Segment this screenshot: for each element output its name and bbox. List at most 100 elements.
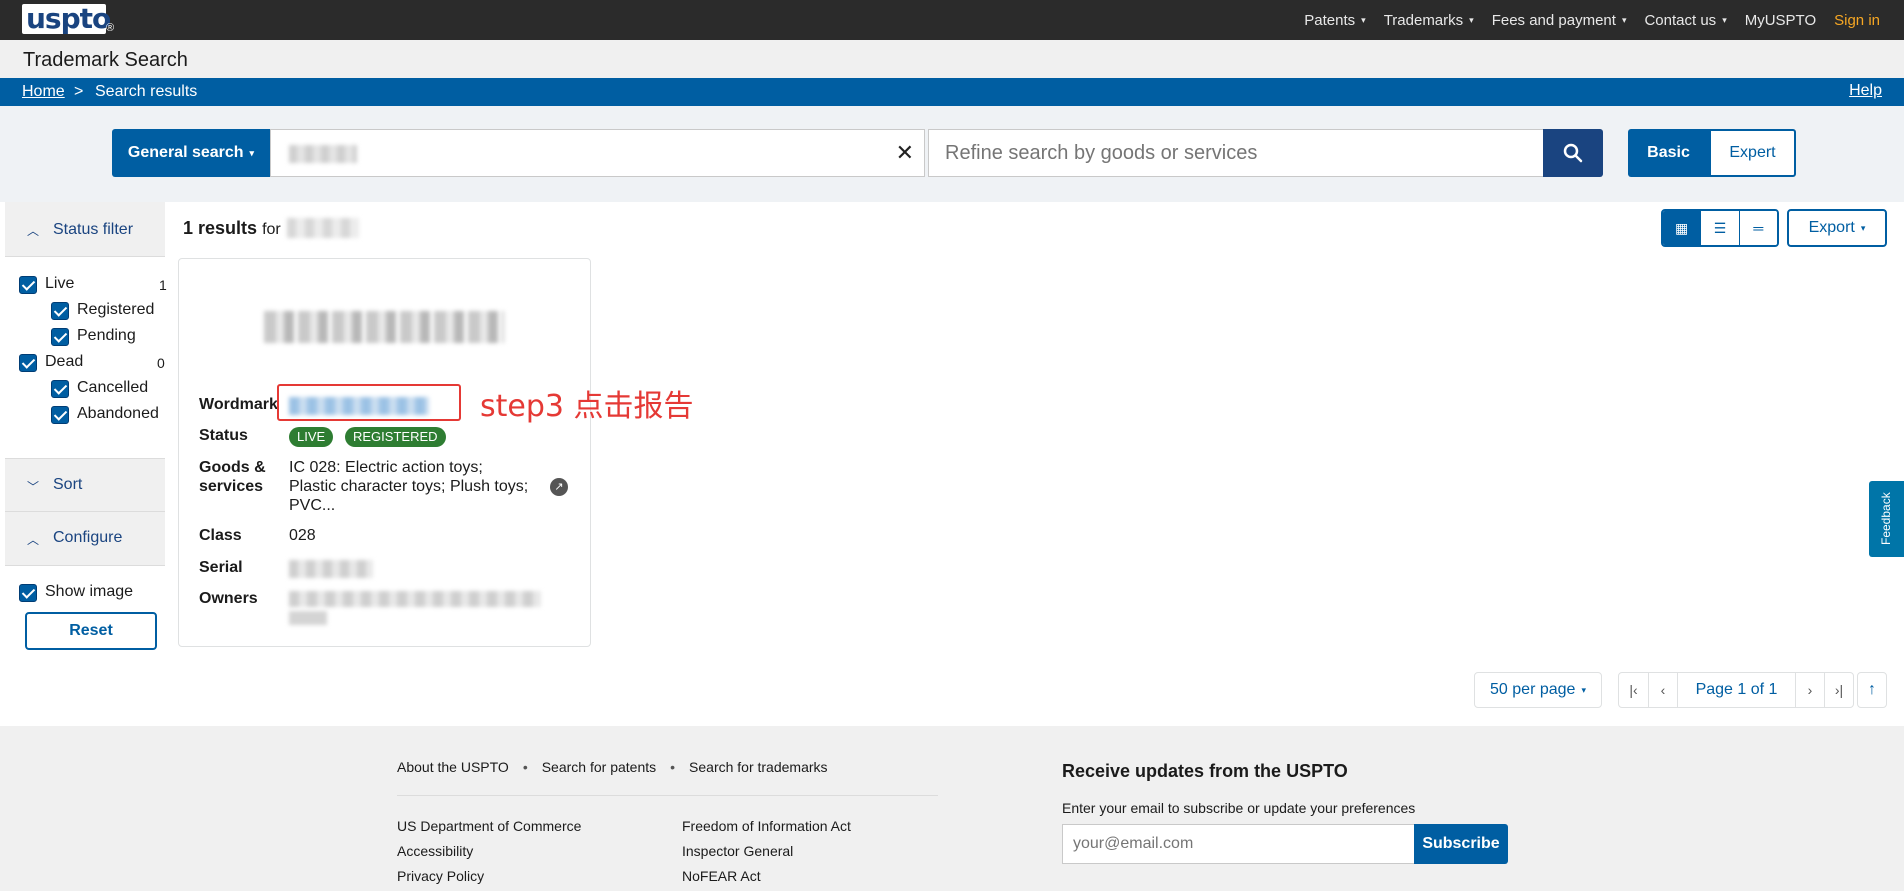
chevron-down-icon: ▾ <box>1621 15 1627 26</box>
breadcrumb-separator: > <box>74 83 84 100</box>
footer-divider <box>397 795 938 796</box>
feedback-tab[interactable]: Feedback <box>1869 481 1904 557</box>
redacted-owner-line1 <box>289 591 541 607</box>
expert-mode-button[interactable]: Expert <box>1709 129 1796 177</box>
chevron-down-icon: ▾ <box>1860 222 1866 233</box>
compact-view-icon[interactable]: ═ <box>1738 211 1777 245</box>
first-page-icon[interactable]: |‹ <box>1619 673 1648 707</box>
breadcrumb-home-link[interactable]: Home <box>22 83 65 101</box>
dead-count: 0 <box>157 355 165 371</box>
redacted-query <box>287 218 359 238</box>
grid-view-icon[interactable]: ▦ <box>1663 211 1701 245</box>
next-page-icon[interactable]: › <box>1795 673 1824 707</box>
nav-fees[interactable]: Fees and payment ▾ <box>1492 12 1627 29</box>
help-link[interactable]: Help <box>1849 82 1882 100</box>
filter-cancelled-label: Cancelled <box>77 379 149 396</box>
footer-link-commerce[interactable]: US Department of Commerce <box>397 814 581 839</box>
email-field[interactable] <box>1062 824 1416 864</box>
sort-header[interactable]: ﹀ Sort <box>5 458 165 512</box>
search-icon <box>1563 143 1583 163</box>
footer-link-nofear[interactable]: NoFEAR Act <box>682 864 851 889</box>
search-type-dropdown[interactable]: General search ▾ <box>112 129 270 177</box>
nav-fees-label: Fees and payment <box>1491 11 1616 29</box>
abandoned-checkbox[interactable] <box>51 406 69 424</box>
result-card[interactable]: Wordmark Status LIVE REGISTERED Goods & … <box>178 258 591 647</box>
configure-header[interactable]: ︿ Configure <box>5 512 165 566</box>
footer-link-about[interactable]: About the USPTO <box>397 759 509 775</box>
footer-link-privacy[interactable]: Privacy Policy <box>397 864 581 889</box>
updates-title: Receive updates from the USPTO <box>1062 761 1348 781</box>
uspto-logo[interactable]: uspto <box>22 4 111 34</box>
footer-link-patents[interactable]: Search for patents <box>542 759 656 775</box>
registered-checkbox[interactable] <box>51 302 69 320</box>
footer-link-trademarks[interactable]: Search for trademarks <box>689 759 828 775</box>
chevron-down-icon: ▾ <box>1361 15 1366 26</box>
prev-page-icon[interactable]: ‹ <box>1648 673 1677 707</box>
filter-registered-label: Registered <box>77 301 155 318</box>
footer: About the USPTO • Search for patents • S… <box>0 726 1904 891</box>
registered-mark: ® <box>106 22 115 34</box>
clear-icon[interactable]: ✕ <box>896 140 914 166</box>
pending-checkbox[interactable] <box>51 328 69 346</box>
status-filter-header[interactable]: ︿ Status filter <box>5 202 165 257</box>
external-link-icon[interactable]: ↗ <box>550 478 568 496</box>
show-image-label: Show image <box>45 583 134 600</box>
chevron-down-icon: ▾ <box>249 147 255 158</box>
feedback-label: Feedback <box>1879 492 1893 545</box>
basic-mode-button[interactable]: Basic <box>1628 129 1709 177</box>
last-page-icon[interactable]: ›| <box>1824 673 1853 707</box>
nav-trademarks[interactable]: Trademarks ▾ <box>1384 12 1474 29</box>
breadcrumb: Home > Search results Help <box>0 78 1904 106</box>
status-filter-label: Status filter <box>53 221 134 238</box>
nav-patents[interactable]: Patents ▾ <box>1304 12 1365 29</box>
search-button[interactable] <box>1543 129 1603 177</box>
results-count: 1 results for <box>183 218 281 239</box>
back-to-top-icon[interactable]: ↑ <box>1857 672 1887 708</box>
footer-link-inspector[interactable]: Inspector General <box>682 839 851 864</box>
live-checkbox[interactable] <box>19 276 37 294</box>
reset-button[interactable]: Reset <box>25 612 157 650</box>
class-label: Class <box>199 527 242 544</box>
chevron-down-icon: ▾ <box>1581 684 1586 695</box>
chevron-up-icon: ︿ <box>27 224 40 238</box>
search-type-label: General search <box>127 144 244 161</box>
view-mode-toggle: ▦ ☰ ═ <box>1661 209 1779 247</box>
filter-dead-label: Dead <box>45 353 84 370</box>
goods-text-line1: IC 028: Electric action toys; <box>289 459 483 476</box>
status-label: Status <box>199 427 248 444</box>
results-count-number: 1 results <box>183 218 258 238</box>
per-page-label: 50 per page <box>1490 681 1576 698</box>
refine-goods-input[interactable] <box>928 129 1544 177</box>
per-page-dropdown[interactable]: 50 per page ▾ <box>1474 672 1602 708</box>
pagination: |‹ ‹ Page 1 of 1 › ›| <box>1618 672 1854 708</box>
redacted-serial <box>289 560 373 578</box>
chevron-down-icon: ﹀ <box>27 480 40 494</box>
nav-myuspto[interactable]: MyUSPTO <box>1745 12 1816 29</box>
redacted-owner-line2 <box>289 611 327 625</box>
owners-label: Owners <box>199 590 258 607</box>
sign-in-link[interactable]: Sign in <box>1834 12 1880 29</box>
footer-dot: • <box>670 759 676 775</box>
footer-column-2: Freedom of Information Act Inspector Gen… <box>682 814 851 889</box>
list-view-icon[interactable]: ☰ <box>1700 211 1739 245</box>
nav-patents-label: Patents <box>1304 11 1356 29</box>
footer-link-foia[interactable]: Freedom of Information Act <box>682 814 851 839</box>
nav-contact[interactable]: Contact us ▾ <box>1644 12 1726 29</box>
export-button[interactable]: Export ▾ <box>1787 209 1887 247</box>
footer-link-accessibility[interactable]: Accessibility <box>397 839 581 864</box>
cancelled-checkbox[interactable] <box>51 380 69 398</box>
annotation-highlight-box <box>277 384 461 421</box>
goods-label-line2: services <box>199 478 264 495</box>
search-term-input[interactable]: ✕ <box>270 129 925 177</box>
subscribe-button[interactable]: Subscribe <box>1414 824 1508 864</box>
nav-contact-label: Contact us <box>1644 11 1717 29</box>
search-band: General search ▾ ✕ Basic Expert <box>0 106 1904 202</box>
page-indicator: Page 1 of 1 <box>1677 673 1795 707</box>
dead-checkbox[interactable] <box>19 354 37 372</box>
footer-column-1: US Department of Commerce Accessibility … <box>397 814 581 889</box>
results-for-label: for <box>262 221 281 238</box>
filter-live-label: Live <box>45 275 75 292</box>
show-image-checkbox[interactable] <box>19 584 37 602</box>
live-badge: LIVE <box>289 427 334 447</box>
updates-description: Enter your email to subscribe or update … <box>1062 800 1416 816</box>
